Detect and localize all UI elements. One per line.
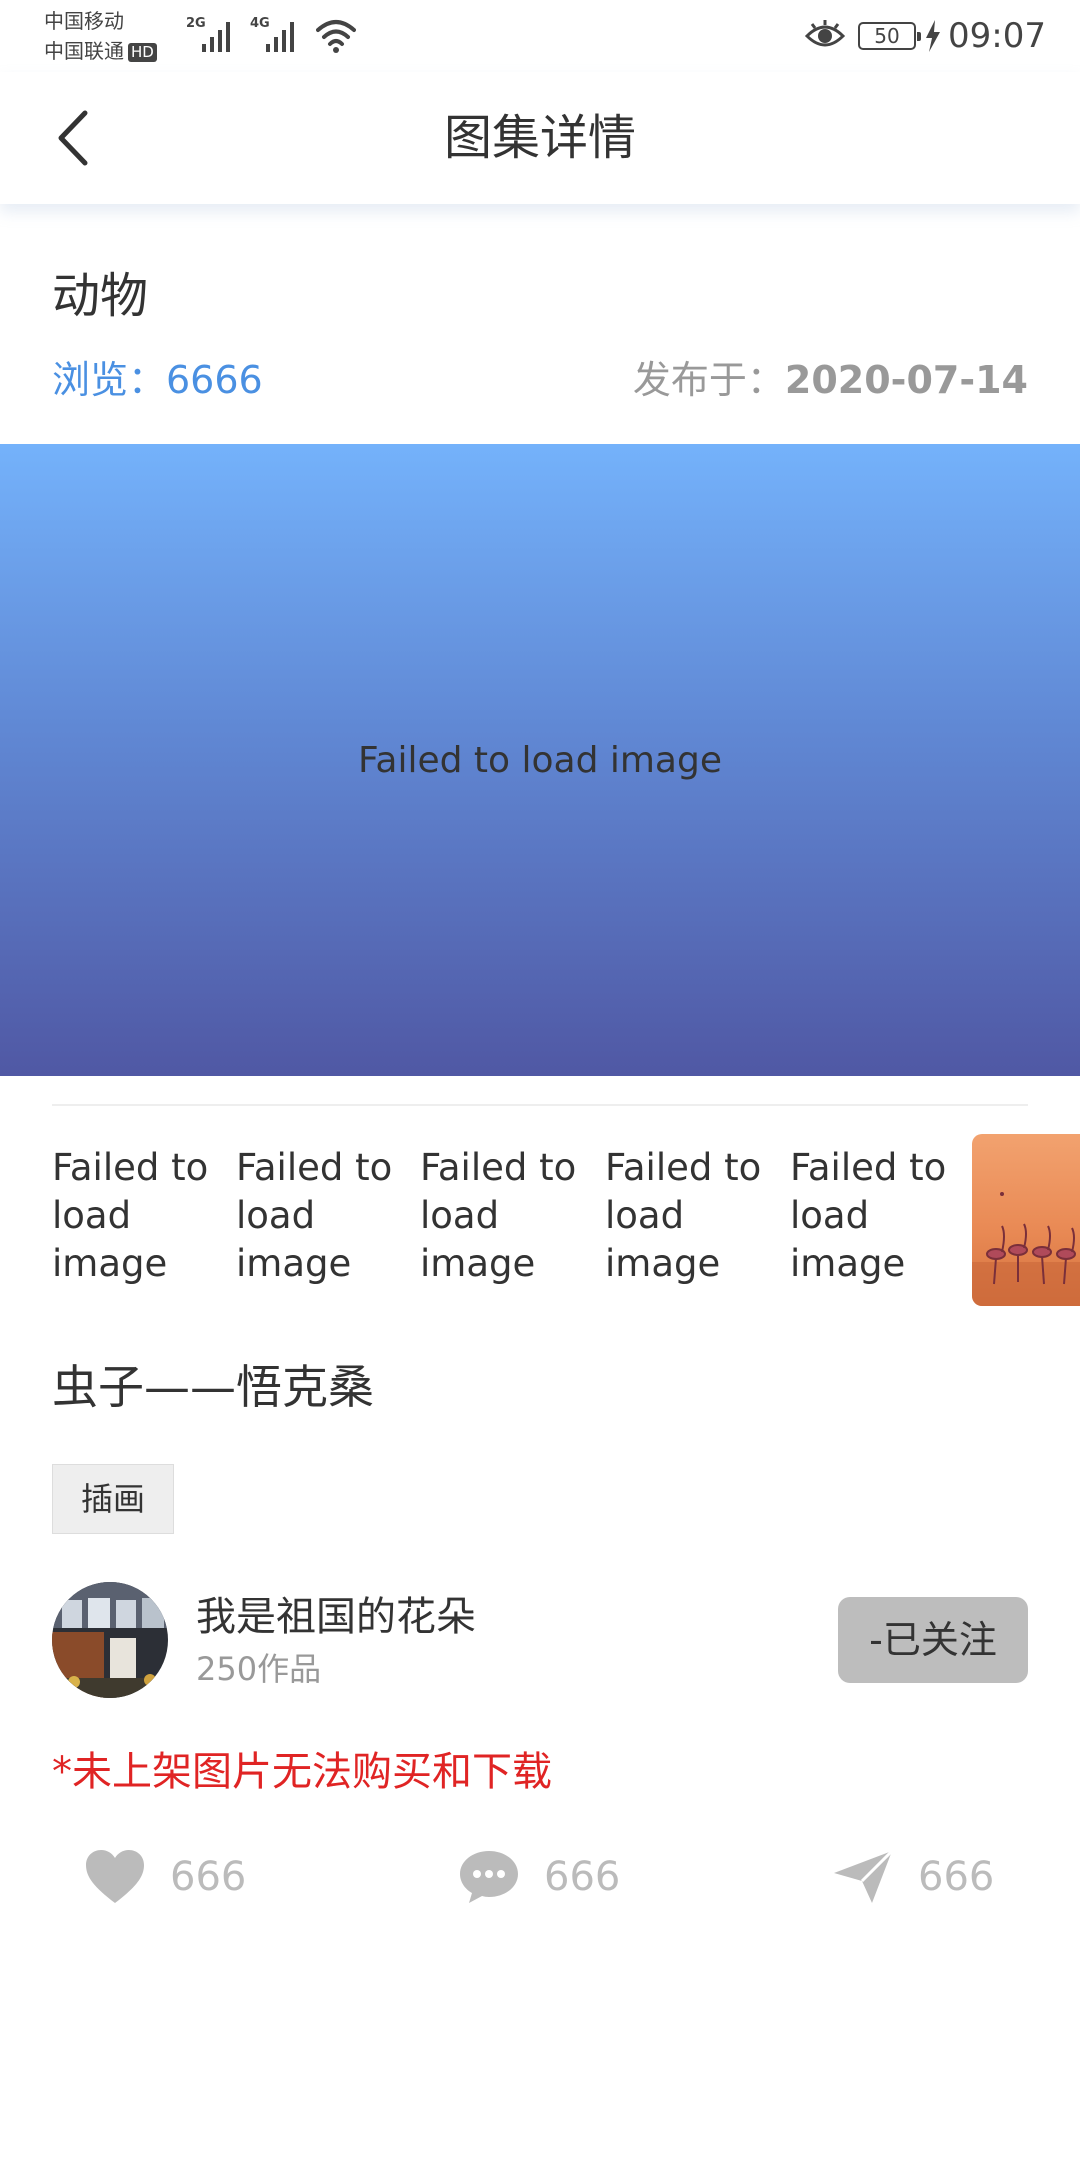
share-count: 666 <box>918 1854 995 1900</box>
publish-label: 发布于： <box>632 358 785 402</box>
divider <box>52 1104 1028 1106</box>
charging-icon <box>926 20 940 52</box>
carrier-info: 中国移动 中国联通 HD <box>44 6 157 66</box>
album-name: 动物 <box>52 268 149 324</box>
comment-icon <box>460 1851 518 1903</box>
thumbnail-photo[interactable] <box>972 1134 1080 1306</box>
page-title: 图集详情 <box>443 110 636 166</box>
thumbnail[interactable]: Failed to load image <box>236 1144 406 1288</box>
category-tag[interactable]: 插画 <box>52 1464 175 1534</box>
comment-button[interactable]: 666 <box>458 1846 620 1908</box>
nav-bar: 图集详情 <box>0 72 1080 204</box>
thumbnail[interactable]: Failed to load image <box>52 1144 222 1288</box>
status-bar: 中国移动 中国联通 HD 2G 4G 50 09:07 <box>0 0 1080 72</box>
follow-button[interactable]: -已关注 <box>838 1597 1028 1683</box>
purchase-notice: *未上架图片无法购买和下载 <box>52 1749 552 1795</box>
carrier-1: 中国移动 <box>44 9 124 33</box>
wifi-icon <box>316 20 356 53</box>
like-button[interactable]: 666 <box>84 1846 246 1908</box>
clock: 09:07 <box>948 16 1046 56</box>
battery-indicator: 50 <box>858 22 921 50</box>
thumbnail[interactable]: Failed to load image <box>420 1144 590 1288</box>
comment-count: 666 <box>544 1854 621 1900</box>
work-title: 虫子——悟克桑 <box>52 1360 374 1414</box>
hd-badge: HD <box>128 43 157 62</box>
view-count: 浏览：6666 <box>52 358 263 402</box>
like-count: 666 <box>170 1854 247 1900</box>
avatar-image <box>52 1582 168 1698</box>
send-icon <box>834 1849 894 1903</box>
avatar[interactable] <box>52 1582 168 1698</box>
heart-icon <box>86 1850 144 1903</box>
main-image[interactable]: Failed to load image <box>0 444 1080 1076</box>
publish-date-value: 2020-07-14 <box>784 358 1028 402</box>
flamingo-image <box>972 1192 1080 1306</box>
share-button[interactable]: 666 <box>832 1846 994 1908</box>
publish-date: 发布于：2020-07-14 <box>633 356 1028 404</box>
thumbnail[interactable]: Failed to load image <box>605 1144 775 1288</box>
main-image-error: Failed to load image <box>357 739 722 781</box>
eye-comfort-icon <box>804 20 846 47</box>
author-name[interactable]: 我是祖国的花朵 <box>196 1592 476 1642</box>
thumbnail[interactable]: Failed to load image <box>790 1144 960 1288</box>
carrier-2: 中国联通 <box>44 39 124 63</box>
author-works-count: 250作品 <box>196 1650 322 1688</box>
